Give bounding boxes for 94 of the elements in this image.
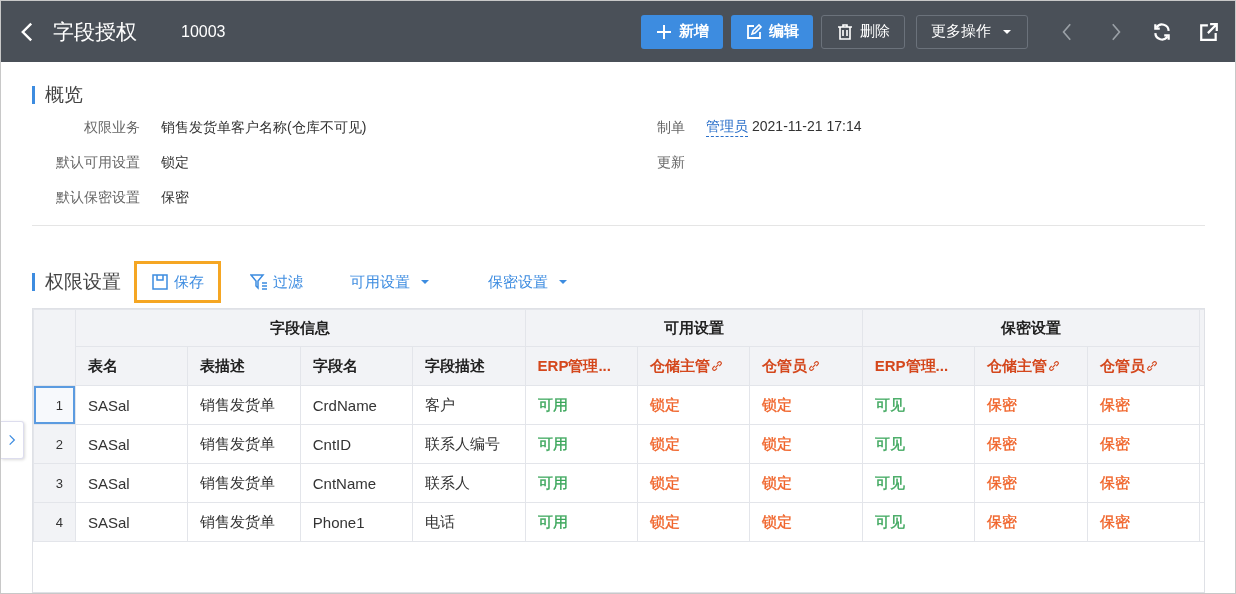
toolbar-button[interactable]: 保密设置 bbox=[471, 261, 586, 303]
field-value: 销售发货单客户名称(仓库不可见) bbox=[161, 118, 367, 137]
status-text: 保密 bbox=[1099, 473, 1130, 493]
row-number[interactable]: 3 bbox=[33, 463, 76, 503]
row-number[interactable]: 2 bbox=[33, 424, 76, 464]
section-title: 概览 bbox=[32, 86, 83, 104]
field-value: 保密 bbox=[161, 188, 189, 207]
more-actions-button[interactable]: 更多操作 bbox=[916, 14, 1028, 49]
status-text: 可见 bbox=[874, 434, 905, 454]
action-button[interactable]: 编辑 bbox=[731, 14, 813, 49]
refresh-icon bbox=[1152, 21, 1172, 42]
edit-icon bbox=[745, 22, 763, 41]
column-header: ERP管理... bbox=[862, 346, 975, 386]
filter-icon bbox=[250, 273, 268, 291]
field-label: 更新 bbox=[656, 153, 685, 172]
column-header: 字段名 bbox=[300, 346, 413, 386]
row-number[interactable]: 4 bbox=[33, 502, 76, 542]
table-cell: SASal bbox=[75, 502, 188, 542]
open-external-button[interactable] bbox=[1199, 21, 1219, 42]
table-cell: 联系人编号 bbox=[412, 424, 526, 464]
table-cell: 联系人 bbox=[412, 463, 526, 503]
status-text: 保密 bbox=[987, 434, 1018, 454]
table-cell: CntID bbox=[300, 424, 413, 464]
status-text: 锁定 bbox=[762, 473, 793, 493]
status-text: 锁定 bbox=[649, 395, 680, 415]
toolbar-button[interactable]: 保存 bbox=[134, 261, 221, 303]
status-text: 锁定 bbox=[649, 434, 680, 454]
row-number[interactable]: 1 bbox=[33, 385, 76, 425]
column-header: 仓管员 bbox=[749, 346, 863, 386]
link-icon bbox=[709, 358, 724, 373]
section-title: 权限设置 bbox=[32, 273, 121, 291]
column-header: 仓储主管 bbox=[974, 346, 1087, 386]
status-text: 保密 bbox=[1099, 434, 1130, 454]
user-link[interactable]: 管理员 bbox=[706, 118, 748, 137]
table-cell: SASal bbox=[75, 385, 188, 425]
table-cell: 电话 bbox=[412, 502, 526, 542]
table-cell: 客户 bbox=[412, 385, 526, 425]
table-cell: 销售发货单 bbox=[187, 385, 301, 425]
status-text: 可用 bbox=[537, 395, 568, 415]
table-cell: 销售发货单 bbox=[187, 463, 301, 503]
status-text: 锁定 bbox=[762, 395, 793, 415]
status-text: 锁定 bbox=[762, 434, 793, 454]
page-title: 字段授权 bbox=[53, 18, 137, 45]
status-text: 保密 bbox=[1099, 395, 1130, 415]
table-cell: 销售发货单 bbox=[187, 424, 301, 464]
action-button[interactable]: 新增 bbox=[641, 14, 723, 49]
back-icon bbox=[21, 21, 33, 42]
table-cell: CntName bbox=[300, 463, 413, 503]
status-text: 锁定 bbox=[649, 512, 680, 532]
status-text: 可见 bbox=[874, 395, 905, 415]
back-button[interactable] bbox=[21, 21, 33, 42]
field-value: 锁定 bbox=[161, 153, 189, 172]
status-text: 保密 bbox=[987, 512, 1018, 532]
table-cell: SASal bbox=[75, 424, 188, 464]
column-group-header: 字段信息 bbox=[75, 309, 526, 347]
toolbar-button[interactable]: 可用设置 bbox=[333, 261, 448, 303]
table-cell: Phone1 bbox=[300, 502, 413, 542]
refresh-button[interactable] bbox=[1152, 21, 1172, 42]
status-text: 可用 bbox=[537, 434, 568, 454]
status-text: 可见 bbox=[874, 512, 905, 532]
external-link-icon bbox=[1199, 21, 1219, 42]
table-cell: SASal bbox=[75, 463, 188, 503]
field-label: 默认可用设置 bbox=[55, 153, 140, 172]
column-header: 表描述 bbox=[187, 346, 301, 386]
field-label: 制单 bbox=[656, 118, 685, 137]
column-header: ERP管理... bbox=[525, 346, 638, 386]
field-label: 默认保密设置 bbox=[55, 188, 140, 207]
column-group-header: 保密设置 bbox=[862, 309, 1200, 347]
status-text: 锁定 bbox=[762, 512, 793, 532]
column-header: 仓储主管 bbox=[637, 346, 750, 386]
status-text: 保密 bbox=[987, 395, 1018, 415]
column-header: 表名 bbox=[75, 346, 188, 386]
status-text: 锁定 bbox=[649, 473, 680, 493]
trash-icon bbox=[836, 22, 854, 41]
table-cell: CrdName bbox=[300, 385, 413, 425]
column-header: 仓管员 bbox=[1087, 346, 1200, 386]
column-header: 字段描述 bbox=[412, 346, 526, 386]
column-group-header: 可用设置 bbox=[525, 309, 863, 347]
table-cell: 销售发货单 bbox=[187, 502, 301, 542]
field-value: 2021-11-21 17:14 bbox=[752, 118, 862, 136]
save-icon bbox=[151, 273, 169, 291]
plus-icon bbox=[655, 22, 673, 41]
action-button[interactable]: 删除 bbox=[821, 14, 905, 49]
link-icon bbox=[1144, 358, 1159, 373]
status-text: 可用 bbox=[537, 473, 568, 493]
link-icon bbox=[1047, 358, 1062, 373]
toolbar-button[interactable]: 过滤 bbox=[233, 261, 320, 303]
status-text: 可见 bbox=[874, 473, 905, 493]
record-number: 10003 bbox=[181, 22, 226, 41]
status-text: 保密 bbox=[987, 473, 1018, 493]
link-icon bbox=[807, 358, 822, 373]
status-text: 保密 bbox=[1099, 512, 1130, 532]
field-label: 权限业务 bbox=[83, 118, 140, 137]
status-text: 可用 bbox=[537, 512, 568, 532]
